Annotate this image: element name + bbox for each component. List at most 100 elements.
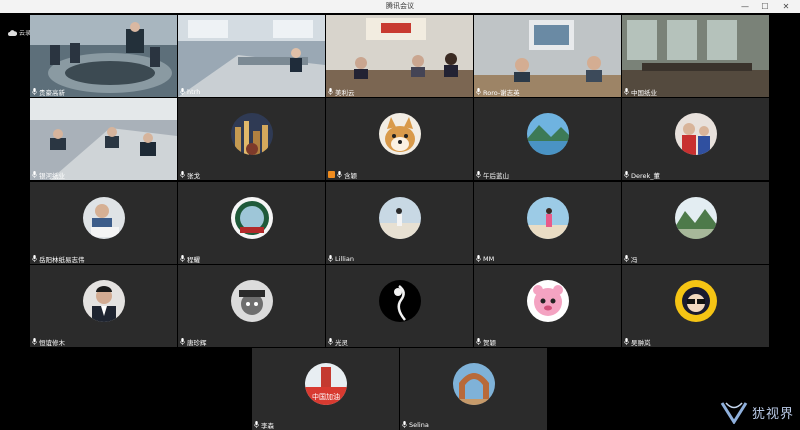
participant-name: 程耀 [187,255,200,264]
participant-avatar: 中国加油 [305,363,347,405]
participant-avatar [527,113,569,155]
participant-name: 张戈 [187,171,200,180]
participant-name: 贵豪高新 [39,88,65,97]
video-feed [326,15,473,97]
microphone-icon [32,88,37,95]
microphone-icon [328,255,333,262]
participant-name: Selina [409,420,429,429]
participant-name: 李森 [261,421,274,430]
participant-name: 冯 [631,255,638,264]
participant-tile[interactable]: Lillian [326,182,473,264]
microphone-icon [476,171,481,178]
microphone-icon [476,255,481,262]
participant-name-bar: 中国纸业 [624,87,657,97]
participant-tile[interactable]: Derek_董 [622,98,769,180]
microphone-icon [328,88,333,95]
watermark-v-icon [720,402,748,424]
participant-avatar [379,197,421,239]
participant-tile[interactable]: 程耀 [178,182,325,264]
participant-name-bar: 美利云 [328,87,355,97]
participant-tile[interactable]: 美利云 [326,15,473,97]
participant-name-bar: htrh [180,87,200,96]
watermark-text: 犹视界 [751,406,794,422]
video-feed [30,98,177,180]
participant-avatar [379,113,421,155]
microphone-icon [254,421,259,428]
participant-avatar [675,280,717,322]
participant-tile[interactable]: 吴翀岚 [622,265,769,347]
participant-tile[interactable]: 贵豪高新 [30,15,177,97]
participant-tile[interactable]: 含颖 [326,98,473,180]
participant-avatar [231,197,273,239]
microphone-icon [624,171,629,178]
participant-avatar [83,197,125,239]
participant-name-bar: 银河纸业 [32,170,65,180]
participant-name: 恒谊修木 [39,338,65,347]
participant-name: Derek_董 [631,171,661,180]
participant-name-bar: 含颖 [328,170,357,180]
participant-tile[interactable]: 张戈 [178,98,325,180]
participant-name-bar: 程耀 [180,254,200,264]
participant-name-bar: 贵豪高新 [32,87,65,97]
participant-name: 中国纸业 [631,88,657,97]
participant-tile[interactable]: 中国加油李森 [252,348,399,430]
participant-tile[interactable]: Selina [400,348,547,430]
watermark-logo: 犹视界 [720,400,794,424]
participant-tile[interactable]: 恒谊修木 [30,265,177,347]
participant-name: 含颖 [344,171,357,180]
host-badge-icon [328,171,335,178]
participant-name: 银河纸业 [39,171,65,180]
participant-avatar [675,197,717,239]
participant-tile[interactable]: 岳阳林纸易志伟 [30,182,177,264]
participant-avatar [231,113,273,155]
participant-name-bar: 李森 [254,420,274,430]
video-feed [30,15,177,97]
participant-tile[interactable]: Roro-谢志英 [474,15,621,97]
participant-tile[interactable]: 中国纸业 [622,15,769,97]
microphone-icon [180,171,185,178]
participant-name: 吴翀岚 [631,338,651,347]
close-button[interactable]: ✕ [776,0,796,13]
microphone-icon [180,88,185,95]
participant-tile[interactable]: 贺颖 [474,265,621,347]
participant-name-bar: MM [476,254,494,263]
participant-avatar [675,113,717,155]
participant-name: 岳阳林纸易志伟 [39,255,85,264]
participant-name-bar: Derek_董 [624,170,661,180]
title-bar: 腾讯会议 — ☐ ✕ [0,0,800,14]
participant-avatar [453,363,495,405]
participant-tile[interactable]: 银河纸业 [30,98,177,180]
participant-name-bar: 岳阳林纸易志伟 [32,254,85,264]
avatar-caption: 中国加油 [312,392,340,401]
minimize-button[interactable]: — [735,0,755,13]
microphone-icon [337,171,342,178]
participant-avatar [231,280,273,322]
microphone-icon [476,88,481,95]
participant-name-bar: 唐珍辉 [180,337,207,347]
microphone-icon [624,338,629,345]
participant-name: 唐珍辉 [187,338,207,347]
maximize-button[interactable]: ☐ [755,0,775,13]
participant-tile[interactable]: 午后蓝山 [474,98,621,180]
microphone-icon [402,421,407,428]
participant-name: 光灵 [335,338,348,347]
participant-name: Roro-谢志英 [483,88,520,97]
microphone-icon [624,255,629,262]
video-feed [474,15,621,97]
participant-tile[interactable]: 唐珍辉 [178,265,325,347]
participant-tile[interactable]: MM [474,182,621,264]
participant-tile[interactable]: htrh [178,15,325,97]
participant-name-bar: 午后蓝山 [476,170,509,180]
participant-avatar [83,280,125,322]
participant-name-bar: 恒谊修木 [32,337,65,347]
participant-name: htrh [187,87,201,96]
participant-name: 贺颖 [483,338,496,347]
microphone-icon [180,338,185,345]
participant-name-bar: 冯 [624,254,638,264]
microphone-icon [624,88,629,95]
participant-tile[interactable]: 光灵 [326,265,473,347]
microphone-icon [32,171,37,178]
microphone-icon [476,338,481,345]
participant-avatar [527,197,569,239]
participant-tile[interactable]: 冯 [622,182,769,264]
